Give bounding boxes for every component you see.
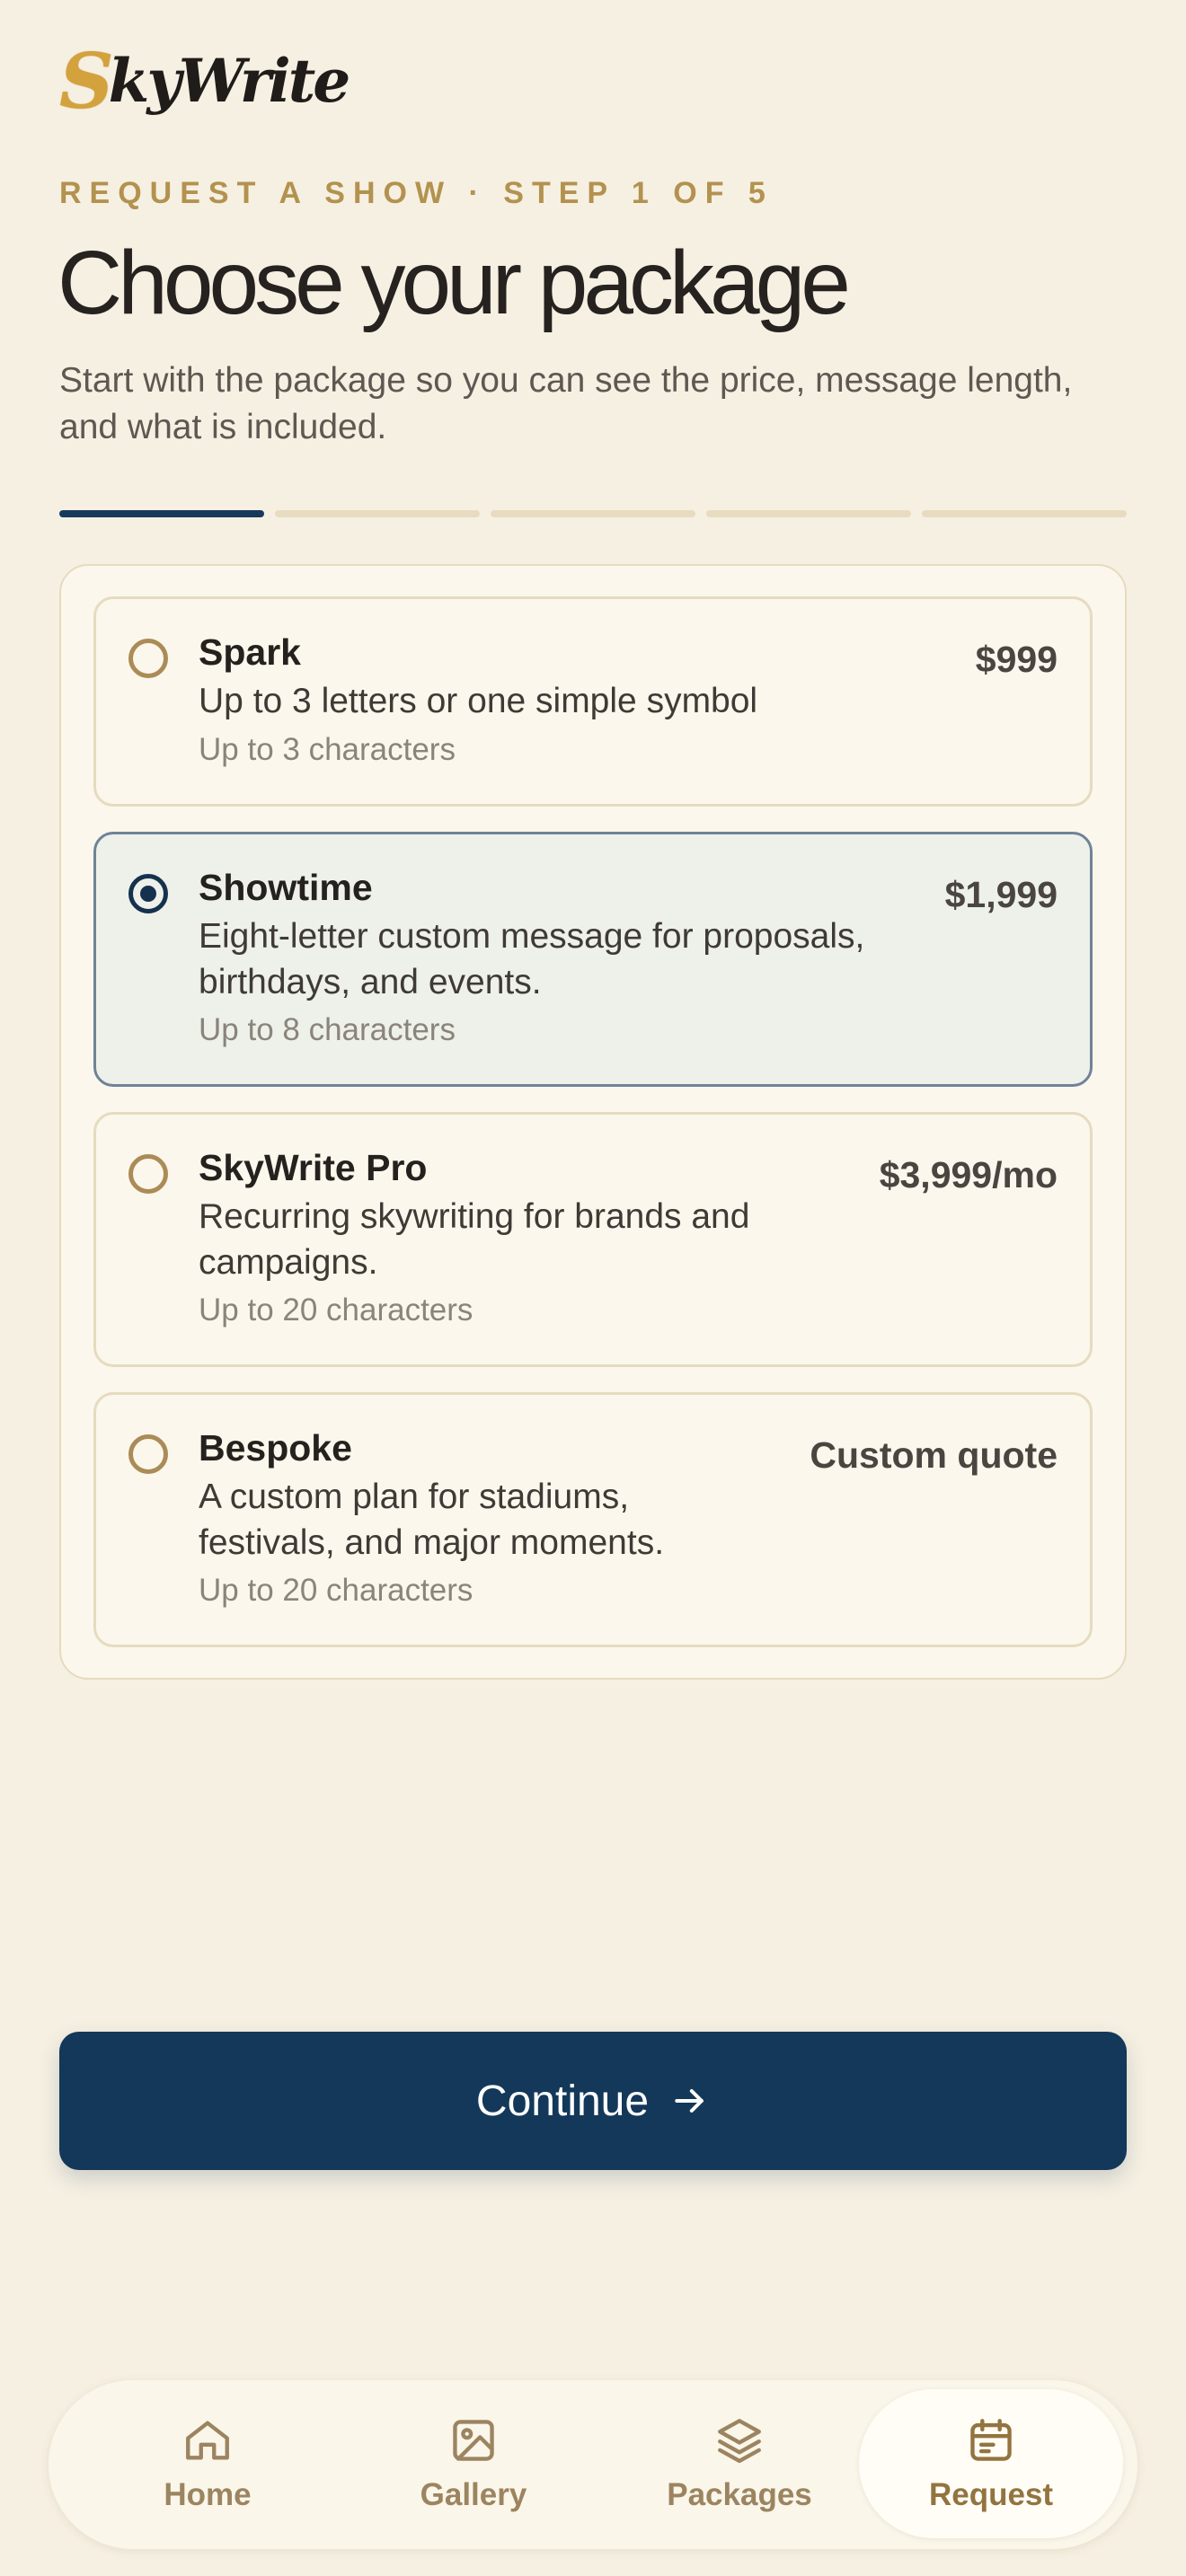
package-price: $3,999/mo	[879, 1154, 1058, 1195]
progress-step-3	[491, 510, 695, 517]
package-option-showtime[interactable]: Showtime Eight-letter custom message for…	[93, 832, 1093, 1087]
nav-label: Request	[928, 2477, 1054, 2512]
layers-icon	[718, 2419, 761, 2464]
package-characters: Up to 8 characters	[199, 1012, 456, 1047]
package-option-spark[interactable]: Spark Up to 3 letters or one simple symb…	[93, 596, 1093, 807]
package-characters: Up to 3 characters	[199, 732, 456, 767]
step-eyebrow: REQUEST A SHOW · STEP 1 OF 5	[59, 176, 774, 210]
radio-button[interactable]	[128, 639, 168, 678]
skywrite-logo[interactable]: S kyWrite	[59, 36, 351, 126]
package-characters: Up to 20 characters	[199, 1292, 474, 1328]
logo-initial: S	[59, 36, 114, 126]
nav-label: Home	[164, 2477, 252, 2512]
radio-button-checked[interactable]	[128, 874, 168, 913]
progress-step-2	[275, 510, 480, 517]
request-show-page: S kyWrite REQUEST A SHOW · STEP 1 OF 5 C…	[0, 0, 1186, 2576]
nav-item-packages[interactable]: Packages	[607, 2389, 872, 2538]
package-description: Recurring skywriting for brands and camp…	[199, 1197, 750, 1282]
page-title: Choose your package	[58, 233, 851, 333]
package-description: Eight-letter custom message for proposal…	[199, 917, 865, 1001]
package-description: Up to 3 letters or one simple symbol	[199, 682, 758, 720]
bottom-navigation: Home Gallery Packages Request	[49, 2380, 1137, 2549]
step-progress	[59, 510, 1127, 517]
continue-button[interactable]: Continue	[59, 2032, 1127, 2170]
nav-item-request[interactable]: Request	[859, 2389, 1123, 2538]
package-price: $1,999	[944, 874, 1058, 915]
package-characters: Up to 20 characters	[199, 1573, 474, 1608]
radio-button[interactable]	[128, 1434, 168, 1474]
nav-item-gallery[interactable]: Gallery	[341, 2389, 606, 2538]
package-list: Spark Up to 3 letters or one simple symb…	[59, 564, 1127, 1680]
arrow-right-icon	[675, 2088, 704, 2113]
package-option-skywrite-pro[interactable]: SkyWrite Pro Recurring skywriting for br…	[93, 1112, 1093, 1367]
logo-wordmark: kyWrite	[108, 46, 351, 116]
package-name: SkyWrite Pro	[199, 1147, 428, 1188]
calendar-icon	[970, 2419, 1012, 2461]
package-description: A custom plan for stadiums, festivals, a…	[199, 1478, 665, 1562]
radio-button[interactable]	[128, 1154, 168, 1194]
package-option-bespoke[interactable]: Bespoke A custom plan for stadiums, fest…	[93, 1392, 1093, 1647]
progress-step-4	[706, 510, 911, 517]
package-name: Spark	[199, 631, 301, 673]
image-icon	[453, 2420, 494, 2461]
package-price: $999	[975, 639, 1058, 680]
package-name: Showtime	[199, 867, 373, 908]
progress-step-1	[59, 510, 264, 517]
continue-label: Continue	[475, 2077, 650, 2125]
page-subtitle: Start with the package so you can see th…	[59, 361, 1073, 446]
nav-label: Gallery	[420, 2477, 527, 2512]
home-icon	[186, 2421, 229, 2460]
package-name: Bespoke	[199, 1427, 352, 1469]
package-price: Custom quote	[810, 1434, 1058, 1476]
progress-step-5	[922, 510, 1127, 517]
nav-item-home[interactable]: Home	[75, 2389, 340, 2538]
nav-label: Packages	[667, 2477, 812, 2512]
